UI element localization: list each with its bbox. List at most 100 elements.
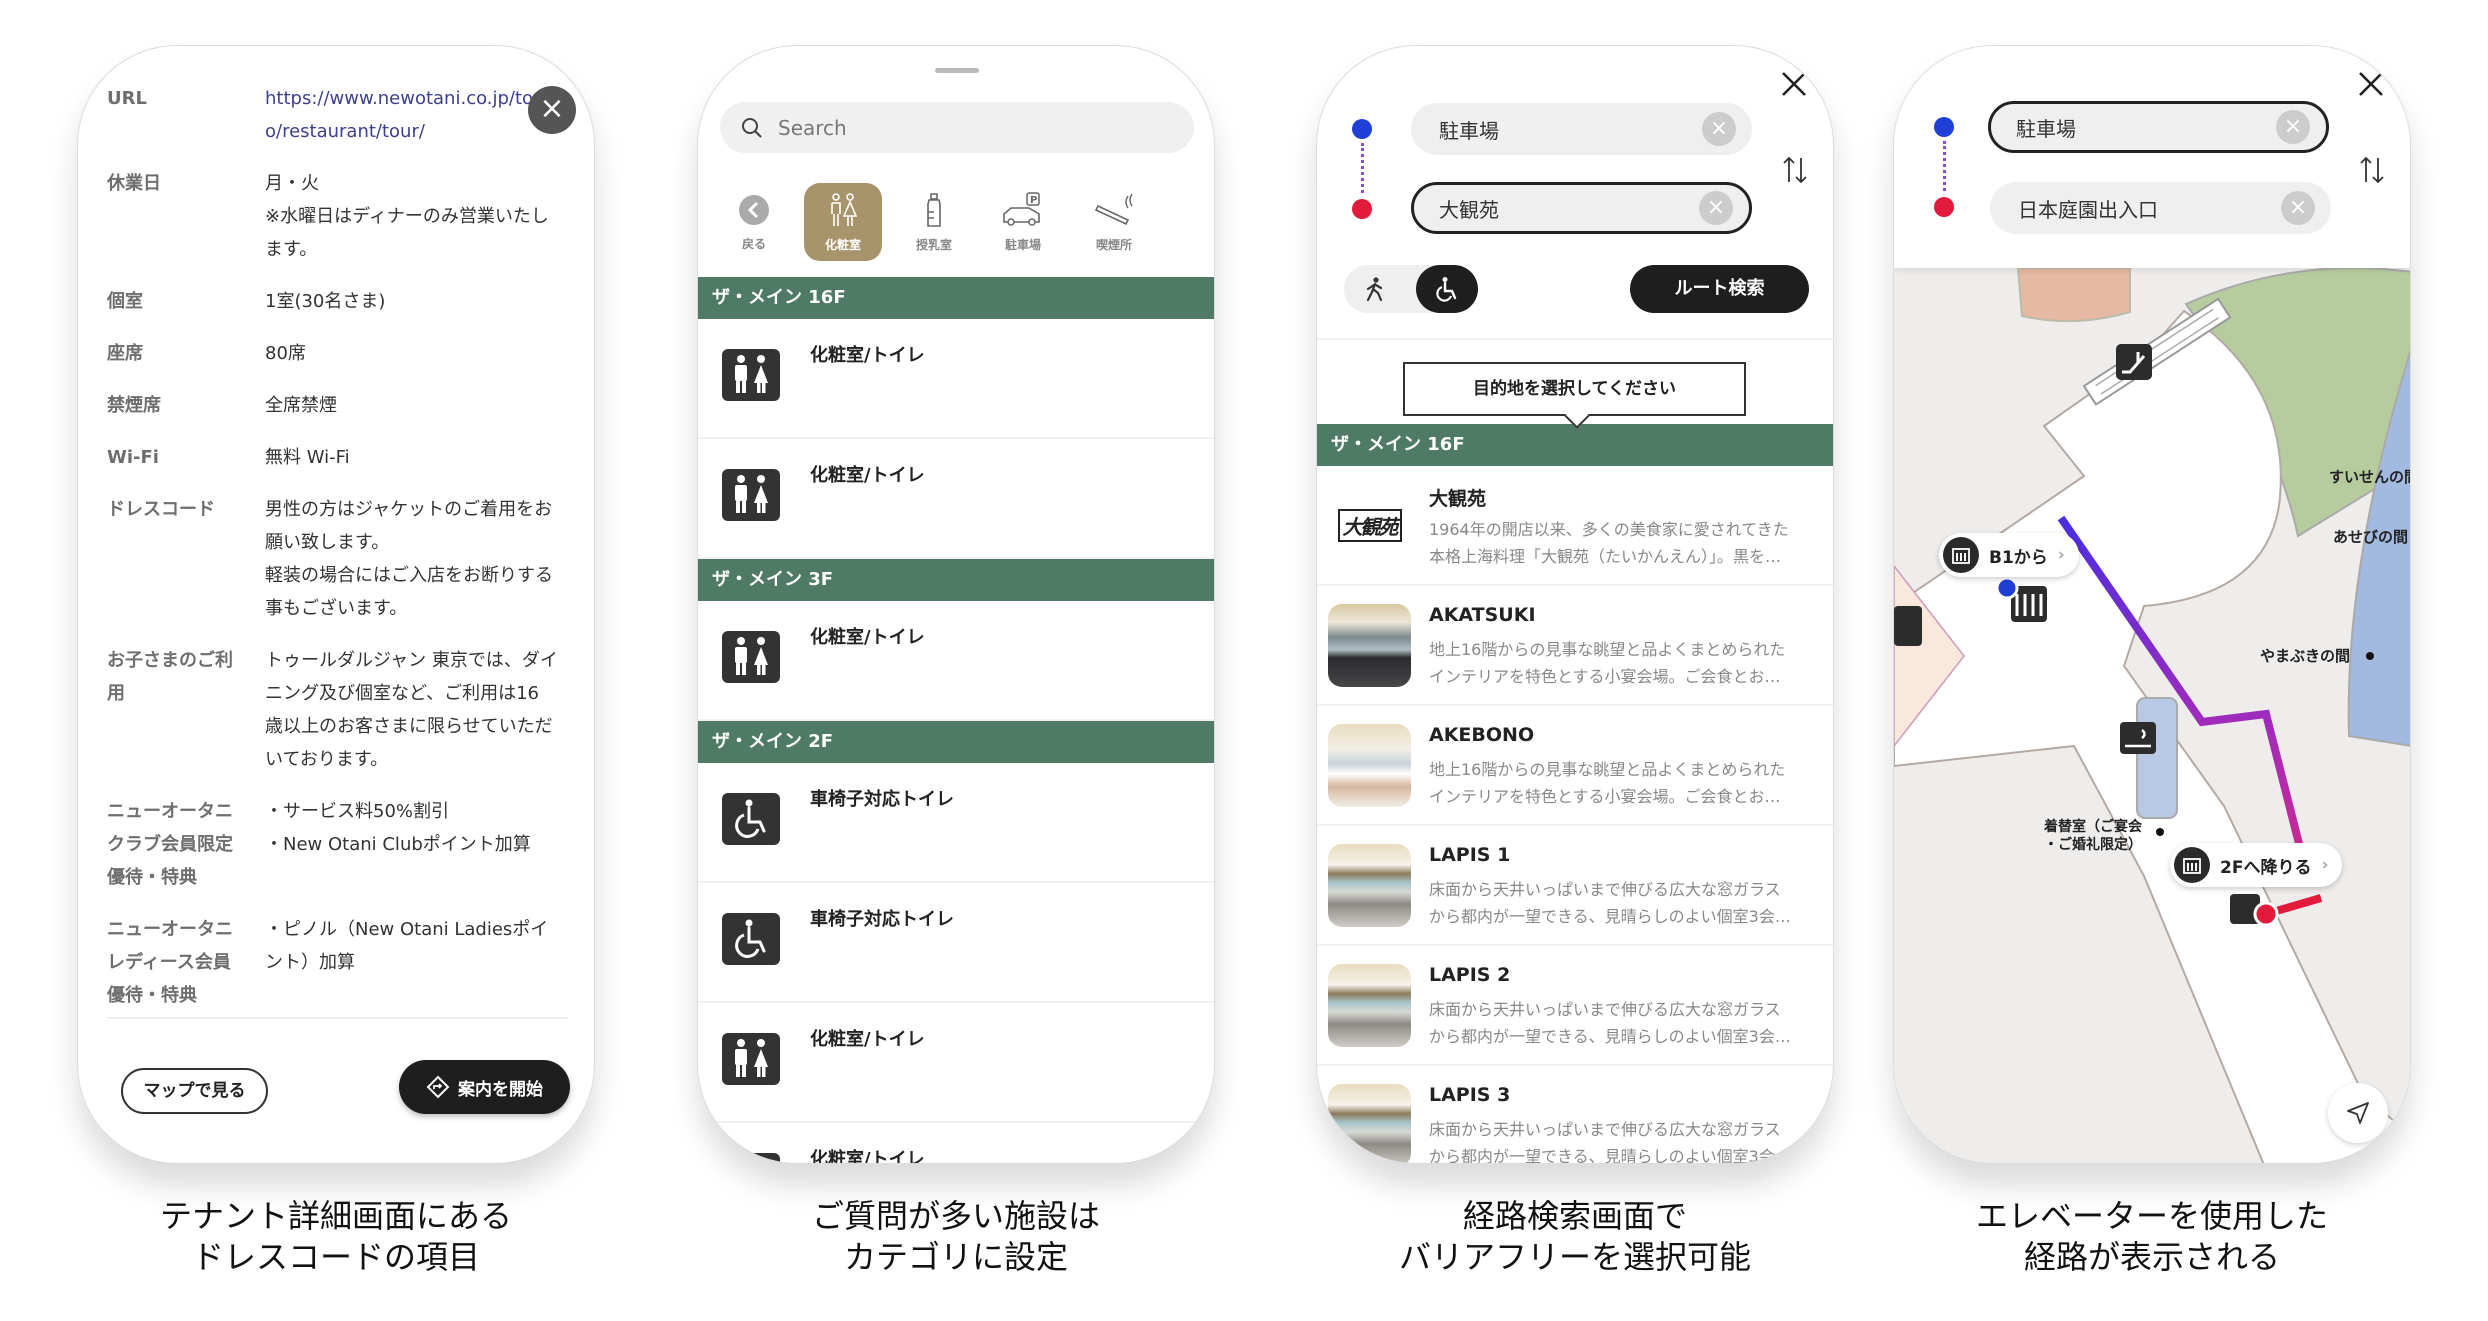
walk-mode-button[interactable] [1344,265,1406,313]
clear-destination-button[interactable]: × [1699,191,1733,225]
label-line: 休業日 [107,173,161,194]
venue-item[interactable]: LAPIS 2 床面から天井いっぱいまで伸びる広大な窓ガラス から都内が一望できる、… [1317,946,1833,1066]
restroom-icon [722,631,780,683]
map-label-dressing-room[interactable]: 着替室（ご宴会 ・ご婚礼限定） [2044,818,2142,854]
detail-value: 1室(30名さま) [265,285,577,318]
phone-route-search: 駐車場 × 大観苑 × ルート検索 目的地を選択してください ザ・メイン 16F 大観… [1316,45,1834,1164]
facility-item[interactable]: 化粧室/トイレ [698,601,1214,721]
route-search-button[interactable]: ルート検索 [1630,265,1809,313]
baby-bottle-icon [914,192,954,232]
map-label-asebi[interactable]: あせびの間 [2333,526,2408,547]
location-arrow-icon [2347,1102,2369,1124]
clear-origin-button[interactable]: × [1702,112,1736,146]
venue-description: 床面から天井いっぱいまで伸びる広大な窓ガラス から都内が一望できる、見晴らしのよい… [1429,996,1791,1050]
venue-item[interactable]: AKEBONO 地上16階からの見事な眺望と品よくまとめられた インテリアを特色とす… [1317,706,1833,826]
venue-thumbnail [1328,1084,1411,1163]
close-button[interactable]: × [528,86,576,134]
label-line: ドレスコード [107,499,215,520]
caption-facility-list: ご質問が多い施設は カテゴリに設定 [697,1196,1215,1278]
category-label: 化粧室 [824,237,861,252]
swap-icon[interactable] [1781,154,1809,186]
destination-input[interactable]: 大観苑 × [1411,182,1752,234]
detail-row: お子さまのご利用トゥールダルジャン 東京では、ダイ ニング及び個室など、ご利用は1… [107,644,577,776]
close-icon[interactable] [2356,69,2386,99]
value-line: 無料 Wi-Fi [265,447,350,468]
value-line: 80席 [265,343,306,364]
phone-route-map: 駐車場 × 日本庭園出入口 × すいせんの間 あせびの間 やまぶきの間 着替室（ご宴… [1893,45,2411,1164]
value-line: 歳以上のお客さまに限らせていただ [265,716,553,737]
back-icon [737,193,771,231]
venue-item[interactable]: LAPIS 3 床面から天井いっぱいまで伸びる広大な窓ガラス から都内が一望できる、… [1317,1066,1833,1163]
category-parking[interactable]: P 駐車場 [984,183,1062,261]
caption-route-map: エレベーターを使用した 経路が表示される [1893,1196,2411,1278]
label-line: 優待・特典 [107,867,197,888]
value-line: いております。 [265,749,389,770]
sheet-drag-handle[interactable] [935,68,979,73]
map-label-suisen[interactable]: すいせんの間 [2329,466,2410,487]
category-restroom[interactable]: 化粧室 [804,183,882,261]
value-line: ント）加算 [265,952,355,973]
value-line: ・ピノル（New Otani Ladiesポイ [265,919,549,940]
restroom-icon [722,469,780,521]
value-line: 全席禁煙 [265,395,337,416]
current-location-button[interactable] [2328,1083,2388,1143]
detail-value: 無料 Wi-Fi [265,441,577,474]
venue-item[interactable]: LAPIS 1 床面から天井いっぱいまで伸びる広大な窓ガラス から都内が一望できる、… [1317,826,1833,946]
facility-title: 化粧室/トイレ [810,465,925,486]
map-label-yamabuki[interactable]: やまぶきの間 [2260,645,2350,666]
facility-item[interactable]: 車椅子対応トイレ [698,763,1214,883]
svg-text:P: P [1030,195,1037,206]
venue-title: AKATSUKI [1429,604,1536,626]
detail-label: ニューオータニ レディース会員 優待・特典 [107,913,265,1012]
venue-item[interactable]: AKATSUKI 地上16階からの見事な眺望と品よくまとめられた インテリアを特色と… [1317,586,1833,706]
swap-icon[interactable] [2358,154,2386,186]
category-label: 喫煙所 [1095,237,1132,252]
detail-row: ニューオータニ レディース会員 優待・特典 ・ピノル（New Otani Ladies… [107,913,577,1012]
facility-title: 車椅子対応トイレ [810,789,954,810]
origin-input[interactable]: 駐車場 × [1988,101,2329,153]
facility-item[interactable]: 化粧室/トイレ [698,319,1214,439]
category-baby-bottle[interactable]: 授乳室 [895,183,973,261]
category-smoking[interactable]: 喫煙所 [1075,183,1153,261]
origin-input[interactable]: 駐車場 × [1411,103,1752,155]
divider [1317,338,1833,340]
facility-item[interactable]: 化粧室/トイレ [698,1003,1214,1123]
destination-input[interactable]: 日本庭園出入口 × [1990,182,2331,234]
label-line: クラブ会員限定 [107,834,233,855]
value-line: 願い致します。 [265,532,390,553]
restroom-icon [722,1153,780,1163]
detail-value: 男性の方はジャケットのご着用をお 願い致します。 軽装の場合にはご入店をお断りする事… [265,493,577,625]
facility-item[interactable]: 車椅子対応トイレ [698,883,1214,1003]
wheelchair-mode-button[interactable] [1416,265,1478,313]
detail-label: 座席 [107,337,265,370]
category-back[interactable]: 戻る [715,183,793,261]
venue-item[interactable]: 大観苑 大観苑 1964年の開店以来、多くの美食家に愛されてきた 本格上海料理「大観苑… [1317,466,1833,586]
clear-destination-button[interactable]: × [2281,191,2315,225]
origin-marker [1995,576,2019,600]
to-floor-callout[interactable]: 2Fへ降りる › [2170,843,2343,887]
wheelchair-icon [722,793,780,845]
search-input[interactable]: Search [720,102,1194,153]
from-floor-callout[interactable]: B1から › [1939,533,2079,577]
venue-description: 1964年の開店以来、多くの美食家に愛されてきた 本格上海料理「大観苑（たいかんえ… [1429,516,1789,570]
close-icon: × [539,91,565,126]
detail-label: お子さまのご利用 [107,644,265,776]
detail-row: 禁煙席 全席禁煙 [107,389,577,422]
value-line: 1室(30名さま) [265,291,386,312]
detail-value: ・サービス料50%割引 ・New Otani Clubポイント加算 [265,795,577,894]
venue-description: 地上16階からの見事な眺望と品よくまとめられた インテリアを特色とする小宴会場。ご… [1429,636,1785,690]
facility-item[interactable]: 化粧室/トイレ [698,1123,1214,1163]
facility-item[interactable]: 化粧室/トイレ [698,439,1214,559]
venue-description: 床面から天井いっぱいまで伸びる広大な窓ガラス から都内が一望できる、見晴らしのよい… [1429,1116,1791,1163]
detail-value: 80席 [265,337,577,370]
start-guidance-button[interactable]: 案内を開始 [399,1060,570,1114]
elevator-icon [1943,537,1979,573]
facility-title: 車椅子対応トイレ [810,909,954,930]
view-map-button[interactable]: マップで見る [121,1068,268,1114]
venue-thumbnail [1328,844,1411,927]
description-line: から都内が一望できる、見晴らしのよい個室3会… [1429,1027,1791,1046]
close-icon[interactable] [1779,69,1809,99]
clear-origin-button[interactable]: × [2276,110,2310,144]
detail-label: 禁煙席 [107,389,265,422]
value-line: 事もございます。 [265,598,408,619]
